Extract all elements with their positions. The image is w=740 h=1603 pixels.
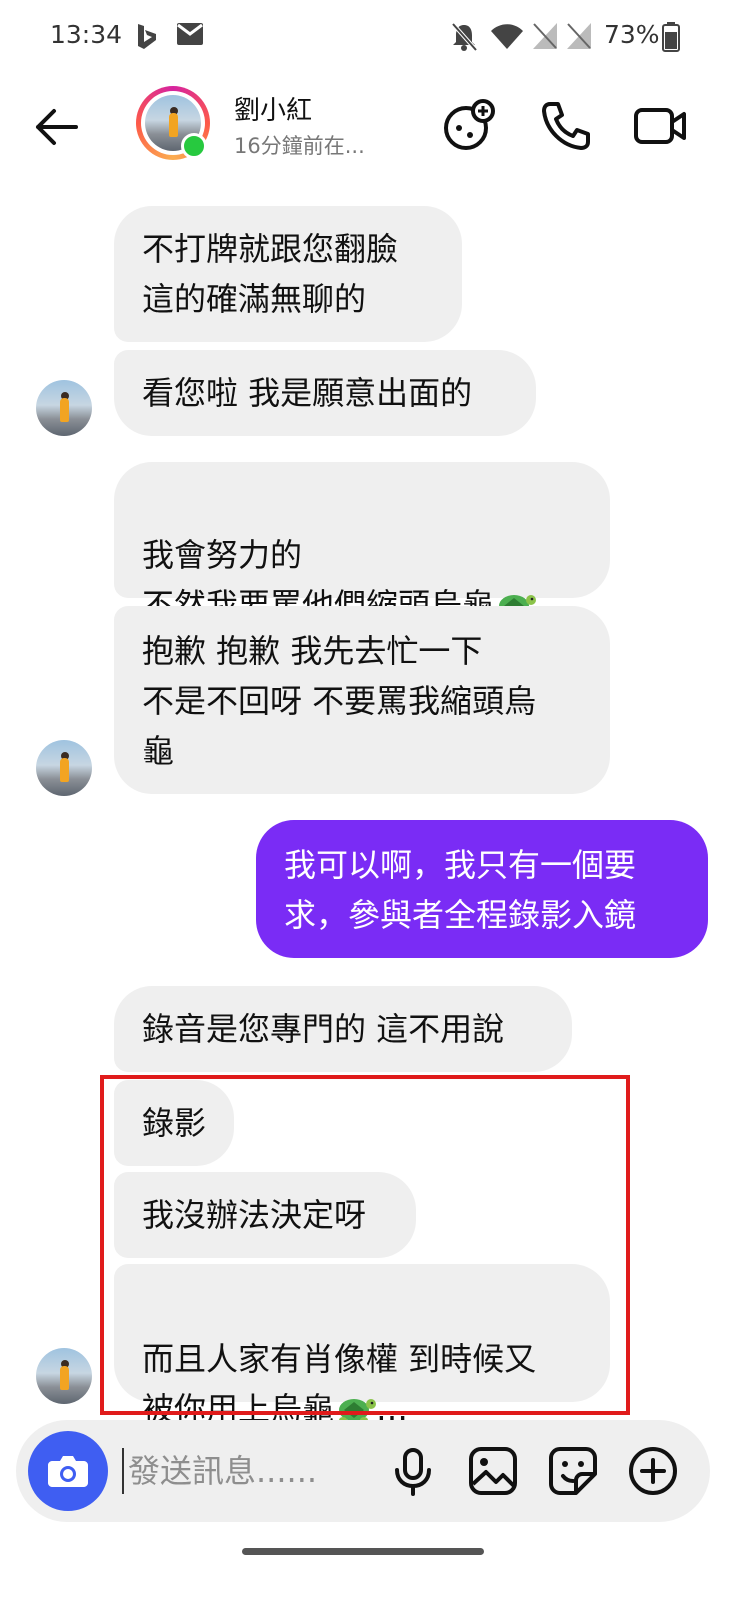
plus-circle-icon[interactable] (626, 1444, 680, 1498)
battery-percent: 73% (604, 20, 660, 49)
contact-name[interactable]: 劉小紅 (234, 90, 312, 127)
chat-header: 劉小紅 16分鐘前在... (0, 78, 740, 188)
status-bar: 13:34 73% (0, 0, 740, 78)
microphone-icon[interactable] (386, 1444, 440, 1498)
message-input[interactable] (122, 1448, 378, 1494)
bing-icon (138, 24, 156, 49)
camera-icon (48, 1456, 88, 1487)
back-arrow-icon[interactable] (30, 100, 84, 154)
online-indicator (181, 133, 207, 159)
outgoing-message[interactable]: 我可以啊，我只有一個要 求，參與者全程錄影入鏡 (256, 820, 708, 958)
signal-off-icon (533, 23, 557, 49)
game-controller-icon[interactable] (440, 98, 496, 154)
contact-status: 16分鐘前在... (234, 134, 365, 158)
video-camera-icon[interactable] (632, 98, 688, 154)
red-highlight-box (100, 1075, 630, 1415)
incoming-message[interactable]: 錄音是您專門的 這不用說 (114, 986, 572, 1072)
camera-button[interactable] (28, 1431, 108, 1511)
incoming-message[interactable]: 抱歉 抱歉 我先去忙一下 不是不回呀 不要罵我縮頭烏 龜 (114, 606, 610, 794)
mute-bell-icon (451, 22, 478, 52)
incoming-message[interactable]: 不打牌就跟您翻臉 這的確滿無聊的 (114, 206, 462, 342)
home-indicator[interactable] (242, 1548, 484, 1555)
phone-icon[interactable] (538, 98, 594, 154)
sender-avatar[interactable] (36, 740, 92, 796)
incoming-message[interactable]: 我會努力的 不然我要罵他們縮頭烏龜 (114, 462, 610, 624)
status-time: 13:34 (50, 20, 123, 49)
signal-off-icon-2 (567, 23, 591, 49)
sender-avatar[interactable] (36, 1348, 92, 1404)
sender-avatar[interactable] (36, 380, 92, 436)
image-icon[interactable] (466, 1444, 520, 1498)
wifi-icon (491, 24, 523, 49)
battery-icon (662, 22, 680, 52)
incoming-message[interactable]: 看您啦 我是願意出面的 (114, 350, 536, 436)
sticker-icon[interactable] (546, 1444, 600, 1498)
message-composer (16, 1420, 710, 1522)
mail-icon (177, 23, 203, 45)
